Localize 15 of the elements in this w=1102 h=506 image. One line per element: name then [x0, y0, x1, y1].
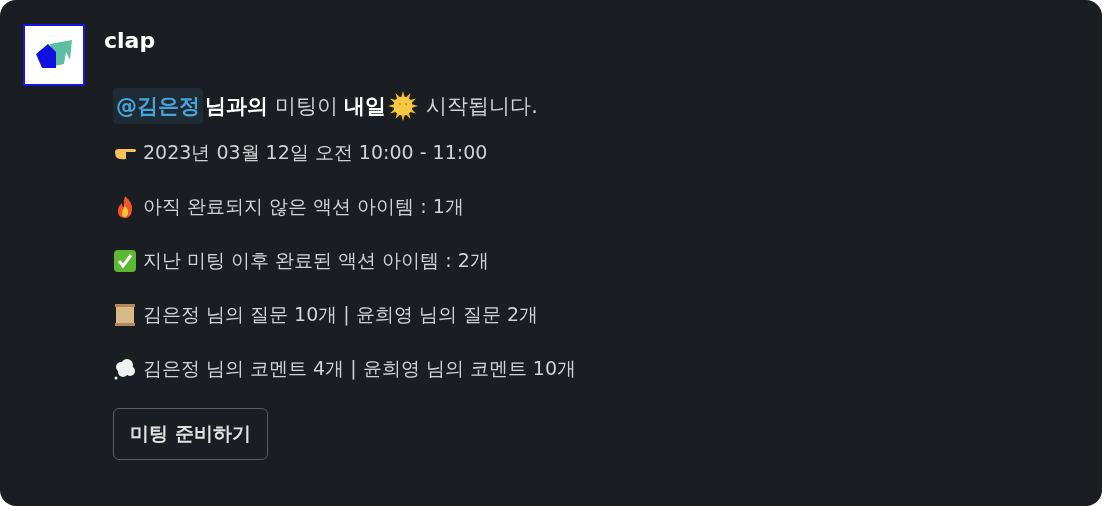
info-text: 2023년 03월 12일 오전 10:00 - 11:00: [143, 140, 488, 165]
sender-name[interactable]: clap: [104, 26, 576, 56]
headline-text: 님과의 미팅이 내일: [205, 93, 387, 120]
thought-bubble-icon: [113, 357, 137, 381]
prepare-meeting-button[interactable]: 미팅 준비하기: [113, 408, 268, 460]
info-text: 김은정 님의 코멘트 4개 | 윤희영 님의 코멘트 10개: [143, 356, 576, 382]
headline-end-text: 시작됩니다.: [426, 93, 539, 120]
check-icon: [113, 249, 137, 273]
info-text: 김은정 님의 질문 10개 | 윤희영 님의 질문 2개: [143, 302, 538, 328]
scroll-icon: [113, 303, 137, 327]
sun-icon: [388, 91, 419, 121]
info-text: 지난 미팅 이후 완료된 액션 아이템 : 2개: [143, 248, 489, 273]
app-avatar[interactable]: [23, 24, 85, 86]
user-mention[interactable]: @김은정: [113, 88, 203, 124]
info-text: 아직 완료되지 않은 액션 아이템 : 1개: [143, 194, 464, 219]
